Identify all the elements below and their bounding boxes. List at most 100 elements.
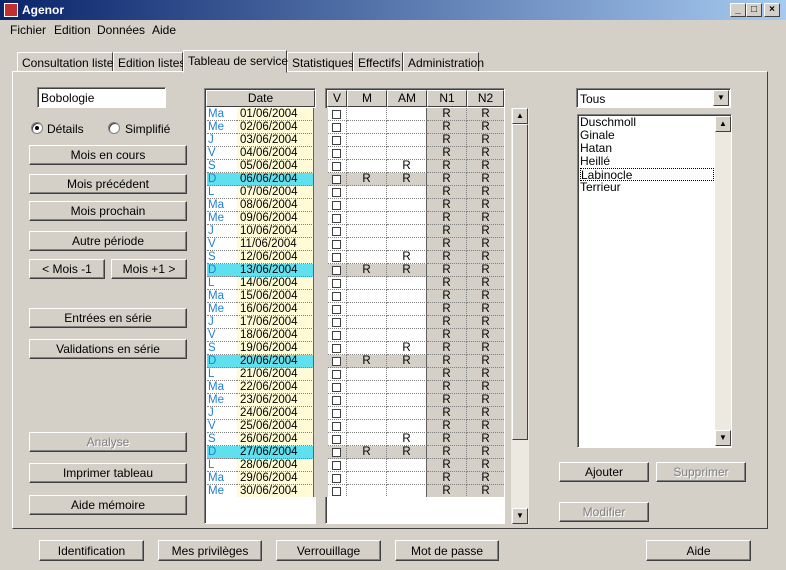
m-cell[interactable] (347, 186, 387, 199)
m-cell[interactable] (347, 485, 387, 497)
m-cell[interactable] (347, 459, 387, 472)
validation-checkbox[interactable] (332, 318, 341, 327)
am-cell[interactable] (387, 134, 427, 147)
v-cell[interactable] (328, 303, 347, 316)
v-cell[interactable] (328, 251, 347, 264)
validation-checkbox[interactable] (332, 123, 341, 132)
verrouillage-button[interactable]: Verrouillage (276, 540, 381, 561)
date-cell[interactable]: 03/06/2004 (237, 134, 314, 147)
date-cell[interactable]: 01/06/2004 (237, 108, 314, 121)
am-cell[interactable] (387, 394, 427, 407)
n1-cell[interactable]: R (427, 394, 467, 407)
am-cell[interactable] (387, 316, 427, 329)
am-cell[interactable]: R (387, 446, 427, 459)
n1-cell[interactable]: R (427, 160, 467, 173)
date-cell[interactable]: 19/06/2004 (237, 342, 314, 355)
n1-cell[interactable]: R (427, 225, 467, 238)
n1-cell[interactable]: R (427, 147, 467, 160)
date-cell[interactable]: 06/06/2004 (237, 173, 314, 186)
n2-cell[interactable]: R (467, 368, 504, 381)
v-cell[interactable] (328, 433, 347, 446)
n2-cell[interactable]: R (467, 199, 504, 212)
n2-cell[interactable]: R (467, 238, 504, 251)
validation-checkbox[interactable] (332, 461, 341, 470)
n1-cell[interactable]: R (427, 446, 467, 459)
m-cell[interactable] (347, 368, 387, 381)
n2-cell[interactable]: R (467, 303, 504, 316)
service-name-field[interactable]: Bobologie (37, 87, 166, 108)
n1-cell[interactable]: R (427, 264, 467, 277)
dropdown-arrow-icon[interactable]: ▼ (713, 90, 729, 106)
n2-cell[interactable]: R (467, 342, 504, 355)
n1-cell[interactable]: R (427, 342, 467, 355)
n2-cell[interactable]: R (467, 472, 504, 485)
m-cell[interactable] (347, 134, 387, 147)
tab-consultation-listes[interactable]: Consultation listes (17, 52, 119, 72)
identification-button[interactable]: Identification (39, 540, 144, 561)
v-cell[interactable] (328, 199, 347, 212)
n2-cell[interactable]: R (467, 407, 504, 420)
validation-checkbox[interactable] (332, 331, 341, 340)
am-cell[interactable]: R (387, 264, 427, 277)
n1-cell[interactable]: R (427, 108, 467, 121)
validation-checkbox[interactable] (332, 292, 341, 301)
date-cell[interactable]: 13/06/2004 (237, 264, 314, 277)
am-cell[interactable] (387, 147, 427, 160)
m-cell[interactable] (347, 277, 387, 290)
am-cell[interactable]: R (387, 355, 427, 368)
n1-cell[interactable]: R (427, 485, 467, 497)
v-cell[interactable] (328, 329, 347, 342)
n2-cell[interactable]: R (467, 186, 504, 199)
v-cell[interactable] (328, 355, 347, 368)
date-cell[interactable]: 21/06/2004 (237, 368, 314, 381)
n1-cell[interactable]: R (427, 381, 467, 394)
v-cell[interactable] (328, 160, 347, 173)
n1-column-header[interactable]: N1 (427, 90, 467, 107)
date-cell[interactable]: 09/06/2004 (237, 212, 314, 225)
n2-cell[interactable]: R (467, 381, 504, 394)
validation-checkbox[interactable] (332, 240, 341, 249)
am-cell[interactable] (387, 186, 427, 199)
list-scrollbar[interactable]: ▲ ▼ (715, 116, 731, 446)
aide-memoire-button[interactable]: Aide mémoire (29, 495, 187, 515)
list-item[interactable]: Heillé (580, 155, 610, 168)
validations-en-serie-button[interactable]: Validations en série (29, 339, 187, 359)
m-cell[interactable] (347, 160, 387, 173)
n1-cell[interactable]: R (427, 238, 467, 251)
date-cell[interactable]: 18/06/2004 (237, 329, 314, 342)
m-cell[interactable] (347, 121, 387, 134)
date-cell[interactable]: 20/06/2004 (237, 355, 314, 368)
am-cell[interactable]: R (387, 160, 427, 173)
menu-donnees[interactable]: Données (97, 23, 145, 37)
date-cell[interactable]: 27/06/2004 (237, 446, 314, 459)
v-cell[interactable] (328, 407, 347, 420)
am-cell[interactable]: R (387, 251, 427, 264)
v-cell[interactable] (328, 290, 347, 303)
date-cell[interactable]: 17/06/2004 (237, 316, 314, 329)
validation-checkbox[interactable] (332, 279, 341, 288)
am-cell[interactable] (387, 368, 427, 381)
am-cell[interactable] (387, 459, 427, 472)
n2-cell[interactable]: R (467, 225, 504, 238)
m-cell[interactable] (347, 433, 387, 446)
v-cell[interactable] (328, 173, 347, 186)
n2-cell[interactable]: R (467, 329, 504, 342)
tab-tableau-de-service[interactable]: Tableau de service (183, 50, 288, 73)
am-cell[interactable] (387, 290, 427, 303)
n2-cell[interactable]: R (467, 420, 504, 433)
m-cell[interactable] (347, 381, 387, 394)
m-cell[interactable] (347, 290, 387, 303)
n2-cell[interactable]: R (467, 147, 504, 160)
n2-cell[interactable]: R (467, 108, 504, 121)
v-cell[interactable] (328, 212, 347, 225)
mois-precedent-button[interactable]: Mois précédent (29, 174, 187, 194)
modifier-button[interactable]: Modifier (559, 502, 649, 522)
n2-cell[interactable]: R (467, 173, 504, 186)
date-cell[interactable]: 02/06/2004 (237, 121, 314, 134)
am-column-header[interactable]: AM (387, 90, 427, 107)
n1-cell[interactable]: R (427, 433, 467, 446)
tab-statistiques[interactable]: Statistiques (287, 52, 354, 72)
m-cell[interactable] (347, 329, 387, 342)
m-cell[interactable] (347, 225, 387, 238)
v-column-header[interactable]: V (327, 90, 347, 107)
